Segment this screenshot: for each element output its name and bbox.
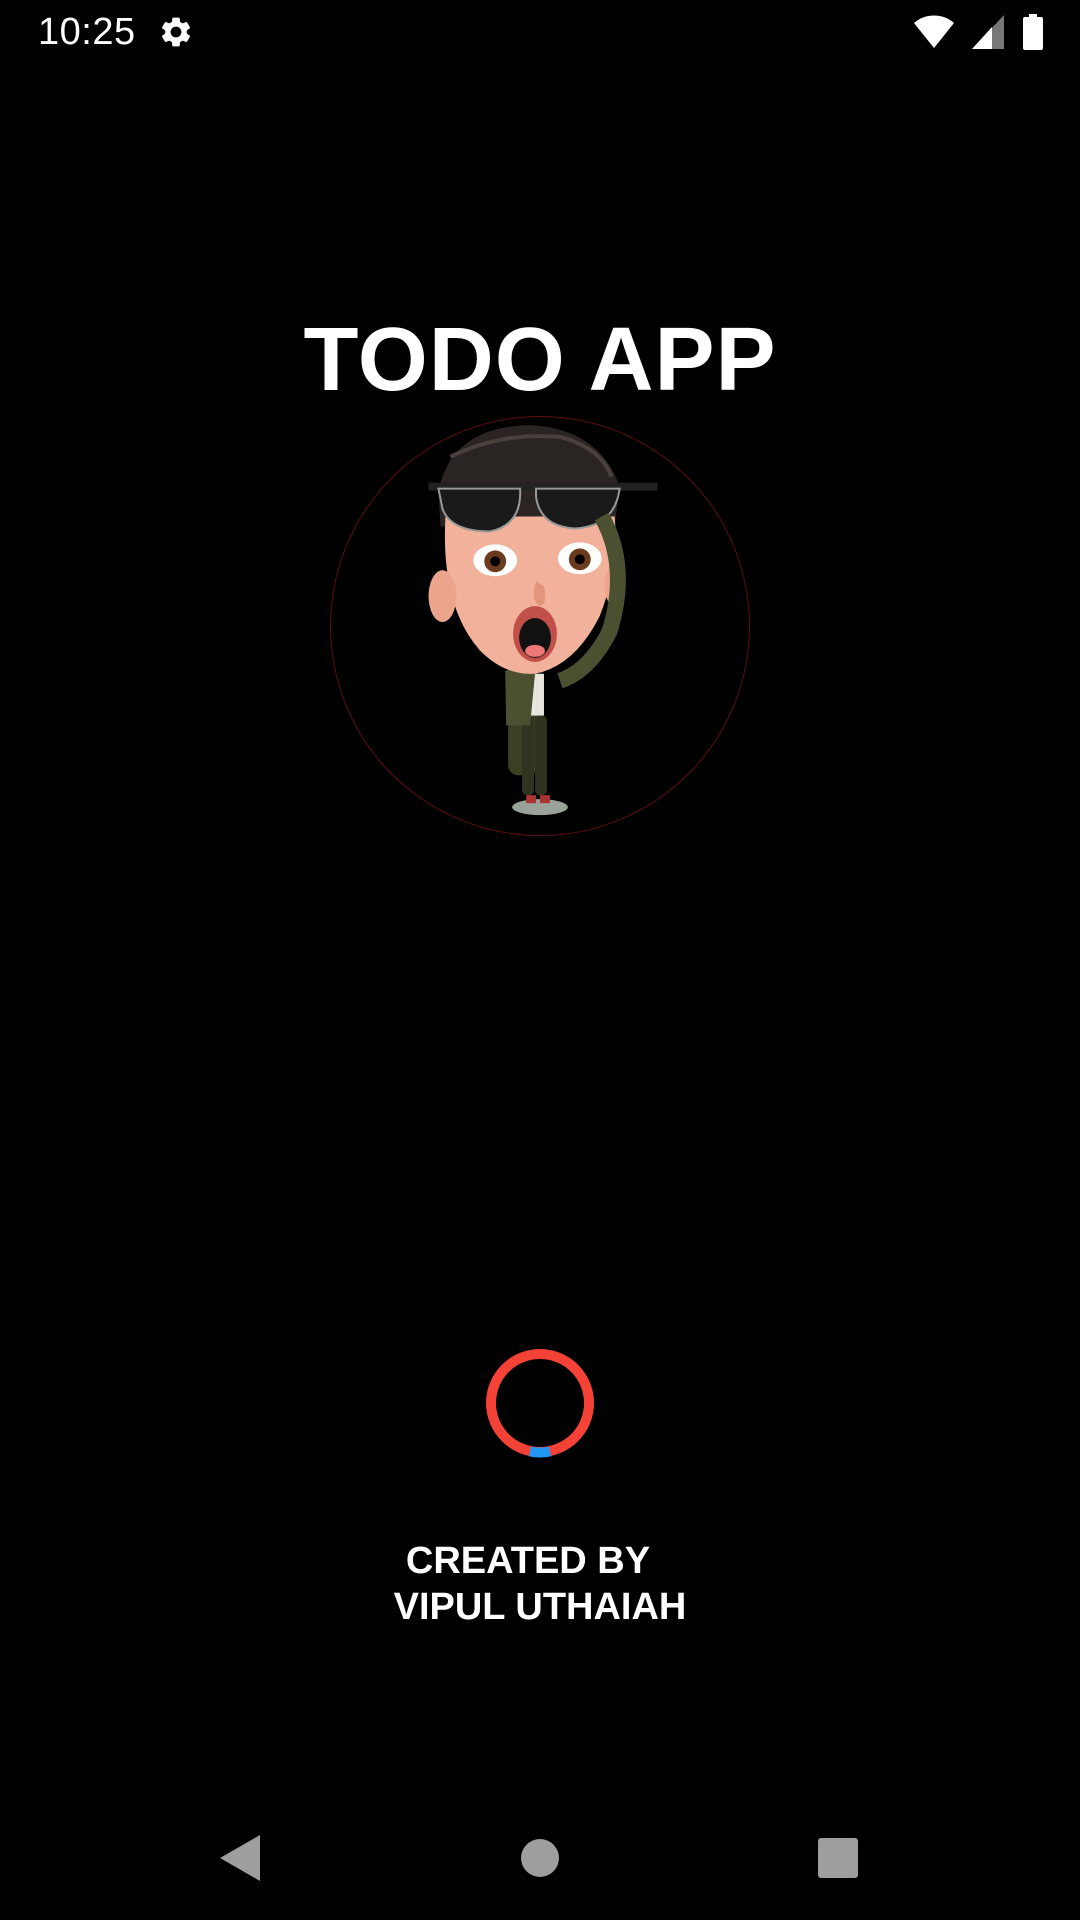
wifi-icon xyxy=(914,15,954,49)
loading-spinner xyxy=(484,1347,596,1459)
battery-icon xyxy=(1022,14,1044,50)
home-button[interactable] xyxy=(508,1826,572,1890)
avatar xyxy=(330,416,750,836)
back-button[interactable] xyxy=(208,1826,272,1890)
credits-line-1: CREATED BY xyxy=(405,1540,651,1582)
cell-signal-icon xyxy=(972,15,1004,49)
gear-icon xyxy=(158,14,194,50)
recents-icon xyxy=(818,1838,858,1878)
app-title: TODO APP xyxy=(303,310,777,410)
status-time: 10:25 xyxy=(38,11,136,53)
status-bar: 10:25 xyxy=(0,0,1080,63)
status-icons xyxy=(914,14,1044,50)
credits-text: CREATED BY VIPUL UTHAIAH xyxy=(0,1538,1080,1630)
cartoon-avatar-image xyxy=(428,424,658,816)
credits-line-2: VIPUL UTHAIAH xyxy=(393,1586,687,1628)
back-icon xyxy=(220,1835,260,1881)
navigation-bar xyxy=(0,1794,1080,1920)
splash-screen: 10:25 TODO APP CREATED BY VIPUL UTHAIAH xyxy=(0,0,1080,1920)
recents-button[interactable] xyxy=(806,1826,870,1890)
home-icon xyxy=(521,1839,559,1877)
